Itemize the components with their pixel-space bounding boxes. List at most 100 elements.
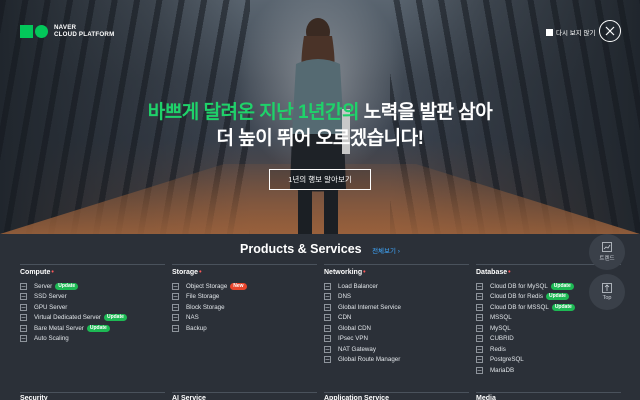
product-item-label: Block Storage <box>186 303 225 311</box>
product-icon <box>324 293 331 301</box>
product-item[interactable]: Load Balancer <box>324 281 469 292</box>
logo-text: NAVER CLOUD PLATFORM <box>54 24 114 38</box>
scroll-top-button[interactable]: Top <box>589 274 625 310</box>
product-category-heading-row2[interactable]: AI Service <box>172 392 317 400</box>
product-item-label: File Storage <box>186 293 220 301</box>
category-name: Networking <box>324 269 363 276</box>
dont-show-again-toggle[interactable]: 다시 보지 않기 <box>546 27 596 37</box>
product-category-heading-row2[interactable]: Security <box>20 392 165 400</box>
product-item-label: NAS <box>186 314 199 322</box>
product-item[interactable]: GPU Server <box>20 302 165 313</box>
product-column-storage: Storage• Object Storage New File Storage Blo… <box>172 264 317 334</box>
product-icon <box>324 314 331 322</box>
product-item-label: MySQL <box>490 324 511 332</box>
product-category-heading[interactable]: Compute• <box>20 264 165 276</box>
product-icon <box>172 303 179 311</box>
product-item-label: Global Route Manager <box>338 356 401 364</box>
product-icon <box>324 303 331 311</box>
product-column-networking: Networking• Load Balancer DNS Global Intern… <box>324 264 469 365</box>
logo-line2: CLOUD PLATFORM <box>54 31 115 38</box>
product-item-label: CDN <box>338 314 352 322</box>
product-item-label: Load Balancer <box>338 282 378 290</box>
headline-green-part: 바쁘게 달려온 지난 1년간의 <box>147 102 360 123</box>
product-icon <box>20 293 27 301</box>
trend-chart-icon <box>602 242 612 252</box>
naver-cloud-logo[interactable]: NAVER CLOUD PLATFORM <box>20 24 114 38</box>
logo-mark-icon <box>20 24 48 38</box>
product-item-label: Cloud DB for MySQL <box>490 282 548 290</box>
product-icon <box>476 345 483 353</box>
close-button[interactable] <box>599 20 621 42</box>
product-icon <box>20 282 27 290</box>
dont-show-checkbox[interactable] <box>546 28 553 36</box>
product-item[interactable]: File Storage <box>172 292 317 303</box>
product-item[interactable]: Object Storage New <box>172 281 317 292</box>
product-item[interactable]: Global Internet Service <box>324 302 469 313</box>
view-all-link[interactable]: 전체보기 › <box>372 248 400 255</box>
top-label: Top <box>602 295 612 301</box>
headline-line2: 더 높이 뛰어 오르겠습니다! <box>216 128 424 149</box>
product-icon <box>324 335 331 343</box>
product-category-heading[interactable]: Networking• <box>324 264 469 276</box>
trend-label: 트렌드 <box>599 256 615 262</box>
product-item-label: Redis <box>490 345 506 353</box>
product-item[interactable]: MySQL <box>476 323 621 334</box>
product-category-heading[interactable]: Storage• <box>172 264 317 276</box>
logo-line1: NAVER <box>54 24 77 31</box>
product-icon <box>476 293 483 301</box>
product-item-label: GPU Server <box>34 303 68 311</box>
product-icon <box>172 282 179 290</box>
update-badge: Update <box>551 303 575 311</box>
category-dot-icon: • <box>508 269 511 276</box>
dont-show-label: 다시 보지 않기 <box>556 30 596 37</box>
product-item[interactable]: MariaDB <box>476 365 621 376</box>
product-item[interactable]: NAT Gateway <box>324 344 469 355</box>
headline-white-part: 노력을 발판 삼아 <box>358 102 493 123</box>
product-item[interactable]: SSD Server <box>20 292 165 303</box>
new-badge: New <box>230 282 247 290</box>
product-item-label: CUBRID <box>490 335 514 343</box>
product-item[interactable]: PostgreSQL <box>476 355 621 366</box>
product-item[interactable]: Virtual Dedicated Server Update <box>20 313 165 324</box>
product-item-label: Object Storage <box>186 282 228 290</box>
product-item-label: Backup <box>186 324 207 332</box>
product-item[interactable]: Auto Scaling <box>20 334 165 345</box>
product-item[interactable]: Redis <box>476 344 621 355</box>
product-item[interactable]: Server Update <box>20 281 165 292</box>
product-icon <box>324 345 331 353</box>
product-list: Load Balancer DNS Global Internet Service C… <box>324 281 469 365</box>
products-title: Products & Services <box>240 242 362 256</box>
product-icon <box>324 282 331 290</box>
product-item[interactable]: Global CDN <box>324 323 469 334</box>
product-icon <box>476 282 483 290</box>
product-item[interactable]: DNS <box>324 292 469 303</box>
product-item[interactable]: Block Storage <box>172 302 317 313</box>
product-category-heading-row2[interactable]: Application Service <box>324 392 469 400</box>
trend-button[interactable]: 트렌드 <box>589 234 625 270</box>
product-icon <box>476 324 483 332</box>
product-item-label: Auto Scaling <box>34 335 69 343</box>
close-icon <box>605 26 615 36</box>
product-item[interactable]: CUBRID <box>476 334 621 345</box>
product-icon <box>172 314 179 322</box>
category-dot-icon: • <box>363 269 366 276</box>
product-item[interactable]: CDN <box>324 313 469 324</box>
product-item[interactable]: NAS <box>172 313 317 324</box>
update-badge: Update <box>550 282 574 290</box>
product-category-heading-row2[interactable]: Media <box>476 392 621 400</box>
products-header: Products & Services 전체보기 › <box>0 240 640 258</box>
product-item[interactable]: MSSQL <box>476 313 621 324</box>
product-icon <box>476 314 483 322</box>
product-icon <box>20 335 27 343</box>
product-item[interactable]: Global Route Manager <box>324 355 469 366</box>
category-dot-icon: • <box>51 269 54 276</box>
product-item[interactable]: IPsec VPN <box>324 334 469 345</box>
product-item[interactable]: Backup <box>172 323 317 334</box>
product-item-label: DNS <box>338 293 352 301</box>
product-icon <box>172 324 179 332</box>
product-item-label: Global CDN <box>338 324 372 332</box>
update-badge: Update <box>545 293 569 301</box>
year-review-button[interactable]: 1년의 행보 알아보기 <box>269 169 371 190</box>
product-item[interactable]: Bare Metal Server Update <box>20 323 165 334</box>
category-name: Database <box>476 269 508 276</box>
